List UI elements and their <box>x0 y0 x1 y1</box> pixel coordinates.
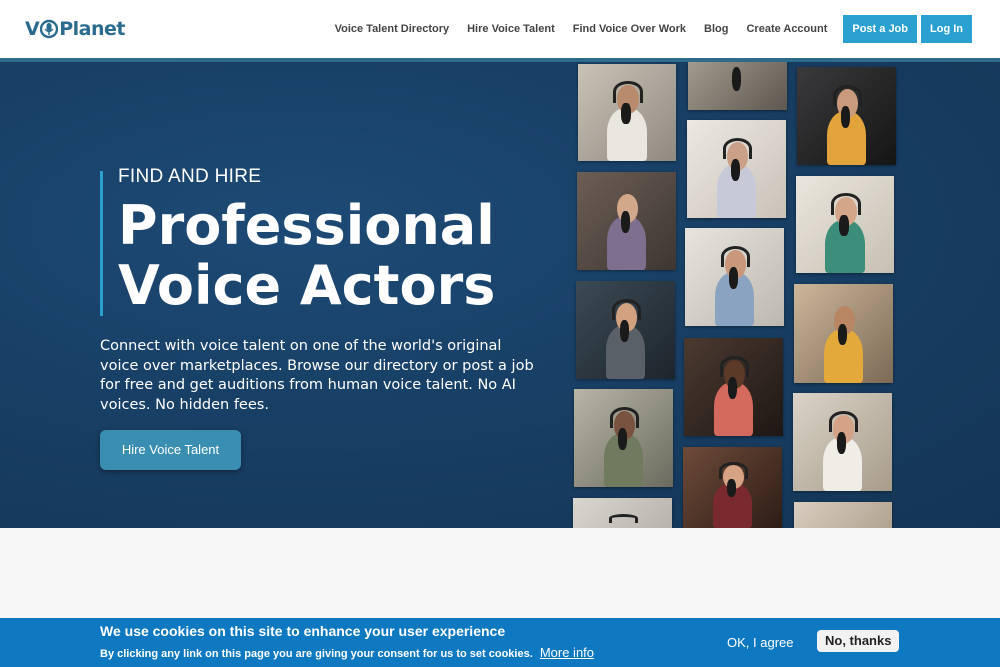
voice-actor-photo-collage <box>572 62 902 528</box>
hire-voice-talent-button[interactable]: Hire Voice Talent <box>100 430 241 470</box>
site-header: V Planet Voice Talent Directory Hire Voi… <box>0 0 1000 58</box>
voice-actor-photo <box>687 120 786 218</box>
logo-text-end: Planet <box>59 18 125 40</box>
voice-actor-photo <box>574 389 673 487</box>
voice-actor-photo <box>578 64 676 161</box>
cookie-agree-button[interactable]: OK, I agree <box>715 630 805 655</box>
hero-headline-line-1: Professional <box>118 194 495 257</box>
nav-voice-talent-directory[interactable]: Voice Talent Directory <box>335 23 450 35</box>
voplanet-logo[interactable]: V Planet <box>25 16 125 42</box>
log-in-button[interactable]: Log In <box>921 15 972 43</box>
hero-headline: Professional Voice Actors <box>118 196 558 316</box>
voice-actor-photo <box>573 498 672 528</box>
cookie-consent-text: By clicking any link on this page you ar… <box>100 648 533 660</box>
more-info-link[interactable]: More info <box>540 645 594 660</box>
microphone-logo-icon <box>40 19 59 39</box>
voice-actor-photo <box>793 393 892 491</box>
hero-description: Connect with voice talent on one of the … <box>100 338 534 413</box>
nav-blog[interactable]: Blog <box>704 23 728 35</box>
headline-accent-bar <box>100 171 103 316</box>
voice-actor-photo <box>577 172 676 270</box>
nav-create-account[interactable]: Create Account <box>746 23 827 35</box>
voice-actor-photo <box>576 281 675 379</box>
cookie-banner-title: We use cookies on this site to enhance y… <box>100 623 506 639</box>
voice-actor-photo <box>685 228 784 326</box>
hero-eyebrow: FIND AND HIRE <box>118 166 262 187</box>
cookie-decline-button[interactable]: No, thanks <box>817 630 900 652</box>
cookie-consent-banner: We use cookies on this site to enhance y… <box>0 618 1000 667</box>
voice-actor-photo <box>688 62 787 110</box>
voice-actor-photo <box>794 284 893 383</box>
nav-find-voice-over-work[interactable]: Find Voice Over Work <box>573 23 686 35</box>
hero-section: FIND AND HIRE Professional Voice Actors … <box>0 62 1000 528</box>
voice-actor-photo <box>796 176 894 273</box>
logo-text-start: V <box>25 18 40 40</box>
voice-actor-photo <box>683 447 782 528</box>
page-content-area <box>0 528 1000 618</box>
main-nav: Voice Talent Directory Hire Voice Talent… <box>317 15 972 43</box>
post-a-job-button[interactable]: Post a Job <box>843 15 917 43</box>
voice-actor-photo <box>684 338 783 436</box>
voice-actor-photo <box>797 67 896 165</box>
voice-actor-photo <box>794 502 892 528</box>
hero-headline-line-2: Voice Actors <box>118 254 496 317</box>
nav-hire-voice-talent[interactable]: Hire Voice Talent <box>467 23 555 35</box>
cookie-banner-text: By clicking any link on this page you ar… <box>100 645 594 660</box>
